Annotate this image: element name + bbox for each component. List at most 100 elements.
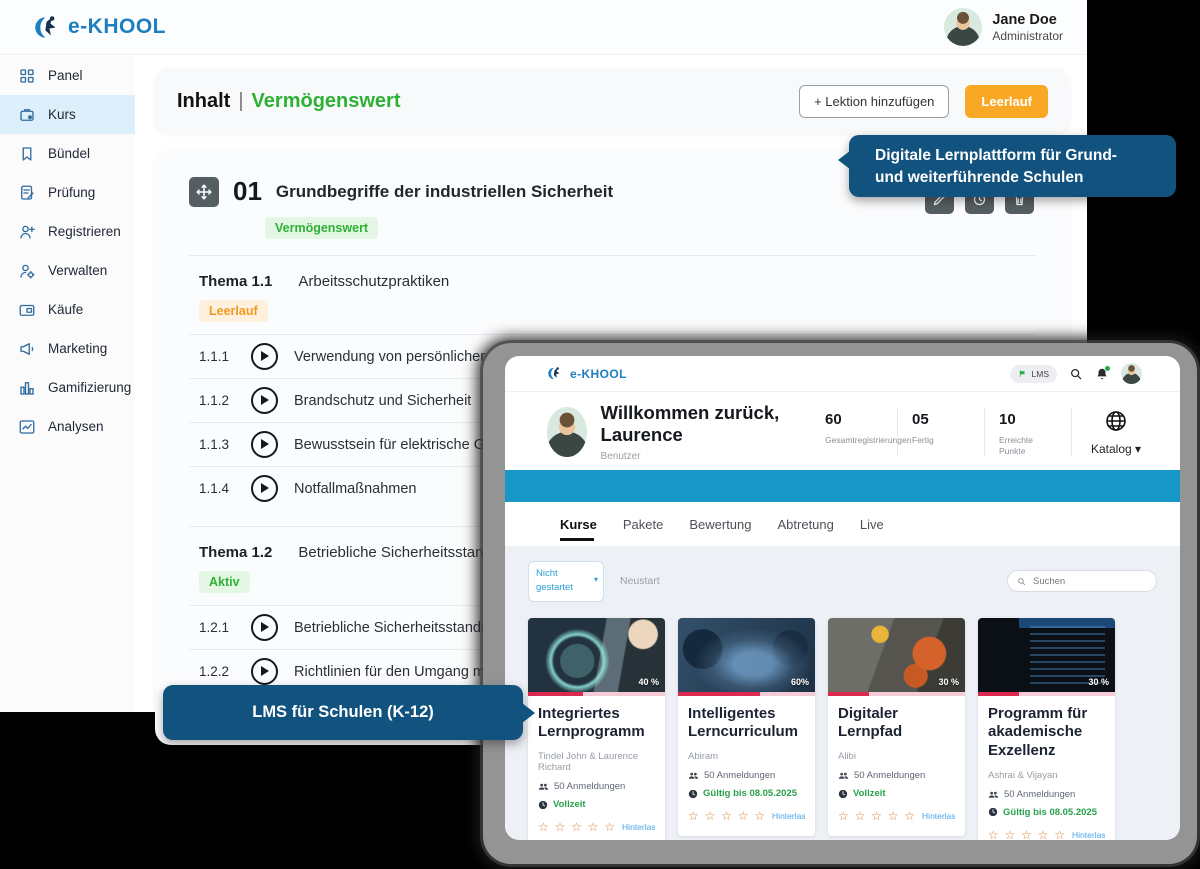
course-card-grid: 40 % Integriertes Lernprogramm Tindel Jo… (528, 618, 1157, 841)
admin-topbar: e-KHOOL Jane Doe Administrator (0, 0, 1087, 55)
clock-small-icon (688, 789, 698, 799)
course-search (1007, 570, 1157, 592)
star-rating-icons[interactable]: ☆ ☆ ☆ ☆ ☆ (988, 828, 1066, 840)
sidebar-item-kurs[interactable]: Kurs (0, 95, 135, 134)
sidebar-item-buendel[interactable]: Bündel (0, 134, 135, 173)
play-icon[interactable] (251, 475, 278, 502)
course-enrollment: 50 Anmeldungen (988, 789, 1105, 800)
topbar-user-area[interactable]: Jane Doe Administrator (944, 8, 1063, 46)
search-input[interactable] (1031, 575, 1147, 588)
course-thumbnail: 40 % (528, 618, 665, 692)
notifications-bell-icon[interactable] (1095, 367, 1109, 381)
stat-label: Gesamtregistrierungen (825, 435, 881, 446)
course-duration: Vollzeit (538, 799, 655, 810)
progress-percent-label: 30 % (1088, 677, 1109, 687)
sidebar-item-analysen[interactable]: Analysen (0, 407, 135, 446)
sidebar-item-kaeufe[interactable]: Käufe (0, 290, 135, 329)
course-card[interactable]: 30 % Digitaler Lernpfad Alibi 50 Anmeldu… (828, 618, 965, 837)
tab-bewertung[interactable]: Bewertung (689, 502, 751, 546)
course-card[interactable]: 30 % Programm für akademische Exzellenz … (978, 618, 1115, 841)
course-thumbnail: 30 % (978, 618, 1115, 692)
play-icon[interactable] (251, 614, 278, 641)
callout-lms-schools: LMS für Schulen (K-12) (163, 685, 523, 740)
marketing-icon (18, 340, 36, 358)
stat-completed: 05 Fertig (898, 407, 984, 458)
page-header-card: Inhalt|Vermögenswert + Lektion hinzufüge… (155, 68, 1070, 134)
course-title: Integriertes Lernprogramm (538, 705, 655, 743)
leave-review-link[interactable]: Hinterlassen Sie Bewertung (1072, 830, 1105, 840)
course-enrollment: 50 Anmeldungen (538, 781, 655, 792)
clock-small-icon (988, 807, 998, 817)
sidebar-item-registrieren[interactable]: Registrieren (0, 212, 135, 251)
drag-handle[interactable] (189, 177, 219, 207)
star-rating-icons[interactable]: ☆ ☆ ☆ ☆ ☆ (538, 820, 616, 834)
people-icon (988, 789, 999, 800)
star-rating-icons[interactable]: ☆ ☆ ☆ ☆ ☆ (838, 809, 916, 823)
sidebar-item-pruefung[interactable]: Prüfung (0, 173, 135, 212)
chapter-status-badge: Vermögenswert (265, 217, 378, 239)
admin-avatar[interactable] (944, 8, 982, 46)
course-author: Ashrai & Vijayan (988, 770, 1105, 781)
lesson-number: 1.1.1 (199, 349, 251, 364)
sidebar-label: Bündel (48, 146, 90, 161)
kaeufe-icon (18, 301, 36, 319)
sidebar-label: Registrieren (48, 224, 121, 239)
sidebar-item-marketing[interactable]: Marketing (0, 329, 135, 368)
learner-dashboard-window: e-KHOOL LMS Willkommen zurück (505, 356, 1180, 840)
topic-label: Thema 1.2 (199, 544, 272, 561)
course-thumbnail: 60% (678, 618, 815, 692)
add-lesson-button[interactable]: + Lektion hinzufügen (799, 85, 949, 118)
leave-review-link[interactable]: Hinterlassen Sie Bewertung (622, 822, 655, 832)
sidebar-label: Analysen (48, 419, 104, 434)
catalog-dropdown[interactable]: Katalog ▾ (1072, 407, 1160, 458)
ekhool-logo-icon (547, 366, 562, 381)
status-filter-select[interactable]: Nicht gestartet ▾ (528, 561, 604, 602)
stat-value: 05 (912, 411, 984, 428)
lesson-title: Notfallmaßnahmen (294, 481, 417, 497)
reset-filter-link[interactable]: Neustart (620, 575, 660, 587)
courses-section: Nicht gestartet ▾ Neustart 40 % Integrie (505, 546, 1180, 840)
brand-name: e-KHOOL (68, 15, 166, 39)
tab-abtretung[interactable]: Abtretung (778, 502, 834, 546)
course-card[interactable]: 60% Intelligentes Lerncurriculum Abiram … (678, 618, 815, 837)
sidebar-item-gamifizierung[interactable]: Gamifizierung (0, 368, 135, 407)
tab-kurse[interactable]: Kurse (560, 502, 597, 546)
sidebar-label: Verwalten (48, 263, 107, 278)
stat-value: 10 (999, 411, 1071, 428)
verwalten-icon (18, 262, 36, 280)
magnifier-icon (1017, 577, 1026, 586)
clock-small-icon (538, 800, 548, 810)
learner-avatar-small[interactable] (1121, 363, 1142, 384)
course-enrollment: 50 Anmeldungen (688, 770, 805, 781)
progress-percent-label: 60% (791, 677, 809, 687)
topic-status-badge: Leerlauf (199, 300, 268, 322)
idle-status-button[interactable]: Leerlauf (965, 85, 1048, 118)
welcome-section: Willkommen zurück, Laurence Benutzer 60 … (505, 392, 1180, 470)
sidebar-item-panel[interactable]: Panel (0, 56, 135, 95)
play-icon[interactable] (251, 431, 278, 458)
callout-digital-platform: Digitale Lernplattform für Grund- und we… (849, 135, 1176, 197)
search-icon[interactable] (1069, 367, 1083, 381)
sidebar-label: Prüfung (48, 185, 95, 200)
learner-topbar: e-KHOOL LMS (505, 356, 1180, 392)
leave-review-link[interactable]: Hinterlassen Sie Bewertung (922, 811, 955, 821)
course-author: Tindel John & Laurence Richard (538, 751, 655, 773)
play-icon[interactable] (251, 387, 278, 414)
star-rating-icons[interactable]: ☆ ☆ ☆ ☆ ☆ (688, 809, 766, 823)
status-filter-value: Nicht gestartet (536, 568, 573, 593)
play-icon[interactable] (251, 343, 278, 370)
topic-label: Thema 1.1 (199, 273, 272, 290)
welcome-title: Willkommen zurück, Laurence (601, 402, 811, 446)
tab-pakete[interactable]: Pakete (623, 502, 663, 546)
lesson-title: Betriebliche Sicherheitsstandards (294, 620, 509, 636)
lesson-number: 1.1.3 (199, 437, 251, 452)
play-icon[interactable] (251, 658, 278, 685)
leave-review-link[interactable]: Hinterlassen Sie Bewertung (772, 811, 805, 821)
lms-pill[interactable]: LMS (1010, 365, 1057, 383)
user-role: Administrator (992, 29, 1063, 43)
sidebar-item-verwalten[interactable]: Verwalten (0, 251, 135, 290)
callout-text: LMS für Schulen (K-12) (252, 703, 434, 722)
course-card[interactable]: 40 % Integriertes Lernprogramm Tindel Jo… (528, 618, 665, 841)
screenshot-canvas: e-KHOOL Jane Doe Administrator Panel Kur… (0, 0, 1200, 869)
tab-live[interactable]: Live (860, 502, 884, 546)
